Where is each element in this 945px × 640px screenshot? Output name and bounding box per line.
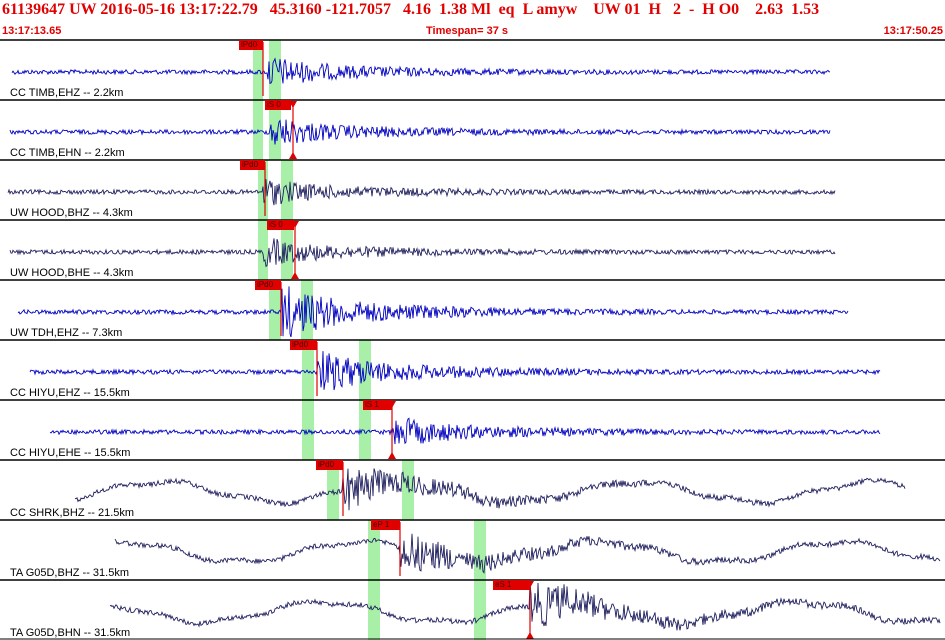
trace-row[interactable] — [0, 399, 945, 460]
trace-label: TA G05D,BHZ -- 31.5km — [10, 567, 129, 579]
pick-tag[interactable]: iS 0 — [267, 220, 294, 230]
pick-tag[interactable]: eP 1 — [371, 520, 400, 530]
pick-tag[interactable]: eS 1 — [493, 580, 530, 590]
pick-triangle-icon — [526, 632, 534, 639]
pick-triangle-icon — [388, 452, 396, 459]
trace-row[interactable] — [0, 339, 945, 400]
pick-tag[interactable]: iPd0 — [240, 160, 265, 170]
trace-row[interactable] — [0, 99, 945, 160]
pick-triangle-icon — [289, 152, 297, 159]
waveform — [109, 582, 941, 631]
trace-label: CC TIMB,EHN -- 2.2km — [10, 147, 125, 159]
trace-label: CC TIMB,EHZ -- 2.2km — [10, 87, 124, 99]
pick-tag[interactable]: iS 0 — [265, 100, 291, 110]
trace-row[interactable] — [0, 579, 945, 640]
waveform — [9, 119, 831, 145]
waveform — [17, 286, 849, 338]
waveform — [114, 533, 941, 574]
trace-label: CC HIYU,EHZ -- 15.5km — [10, 387, 130, 399]
trace-row[interactable] — [0, 219, 945, 280]
waveform — [29, 351, 881, 391]
pick-tag[interactable]: iS 1 — [363, 400, 392, 410]
waveform — [49, 417, 881, 445]
traces-panel[interactable] — [0, 0, 945, 640]
trace-label: UW HOOD,BHE -- 4.3km — [10, 267, 134, 279]
trace-row[interactable] — [0, 159, 945, 220]
phase-window — [474, 580, 486, 640]
trace-label: TA G05D,BHN -- 31.5km — [10, 627, 131, 639]
trace-label: CC HIYU,EHE -- 15.5km — [10, 447, 131, 459]
waveform — [74, 468, 906, 511]
pick-tag[interactable]: iPd0 — [255, 280, 281, 290]
trace-row[interactable] — [0, 459, 945, 520]
trace-label: UW TDH,EHZ -- 7.3km — [10, 327, 123, 339]
pick-tag[interactable]: iPd0 — [316, 460, 343, 470]
waveform — [9, 238, 836, 268]
waveform — [11, 57, 831, 85]
trace-row[interactable] — [0, 519, 945, 580]
waveform — [7, 179, 836, 206]
trace-label: CC SHRK,BHZ -- 21.5km — [10, 507, 135, 519]
seismogram-viewer: 61139647 UW 2016-05-16 13:17:22.79 45.31… — [0, 0, 945, 640]
trace-label: UW HOOD,BHZ -- 4.3km — [10, 207, 133, 219]
trace-row[interactable] — [0, 279, 945, 340]
pick-tag[interactable]: iPd0 — [290, 340, 317, 350]
trace-row[interactable] — [0, 39, 945, 100]
pick-tag[interactable]: iPd0 — [239, 40, 263, 50]
